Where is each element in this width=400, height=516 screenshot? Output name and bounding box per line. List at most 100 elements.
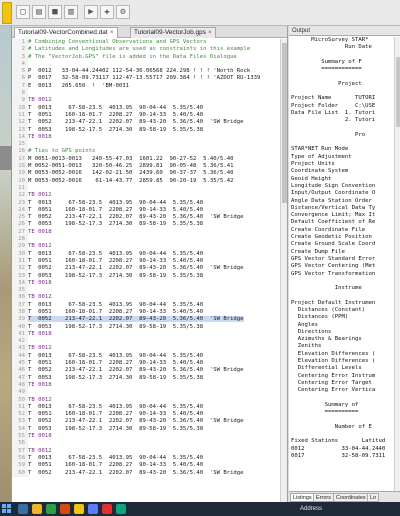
code-line[interactable]: 39 T 0052 213-47-22.1 2202.07 89-43-20 5.… bbox=[12, 316, 280, 324]
code-area[interactable]: 1 # Combining Conventional Observations a… bbox=[12, 39, 280, 502]
tab-errors[interactable]: Errors bbox=[313, 493, 334, 502]
code-line[interactable]: 44 T 0013 67-58-23.5 4013.95 90-04-44 5.3… bbox=[12, 352, 280, 361]
code-line[interactable]: 49 bbox=[12, 389, 280, 397]
code-line[interactable]: 53 T 0052 213-47-22.1 2202.07 89-43-20 5.… bbox=[12, 418, 280, 426]
code-line[interactable]: 1 # Combining Conventional Observations a… bbox=[12, 39, 280, 47]
address-toolbar-label[interactable]: Address bbox=[300, 503, 322, 515]
editor-vertical-scrollbar[interactable] bbox=[280, 39, 287, 502]
side-panel-scrollbar[interactable] bbox=[0, 146, 12, 170]
code-line[interactable]: 37 T 0013 67-58-23.5 4013.95 90-04-44 5.3… bbox=[12, 301, 280, 309]
code-line[interactable]: 22 TB 0012 bbox=[12, 192, 280, 200]
code-line[interactable]: 26 T 0053 198-52-17.3 2714.30 89-58-19 5.… bbox=[12, 221, 280, 229]
browser-icon[interactable] bbox=[46, 504, 56, 514]
code-line[interactable]: 17 M 0051-0013-0013 240-55-47.03 1601.22 … bbox=[12, 155, 280, 164]
plot-icon[interactable]: ✚ bbox=[100, 5, 114, 19]
code-line[interactable]: 18 M 0052-0051-0013 320-50-46.25 2899.81 … bbox=[12, 163, 280, 171]
code-line[interactable]: 5P 0012 33-04-44.24402 112-54-36.06568 2… bbox=[12, 68, 280, 76]
code-line[interactable]: 6P 0017 32-58-09.73117 112-47-13.55717 2… bbox=[12, 75, 280, 83]
code-line[interactable]: 42 bbox=[12, 338, 280, 346]
line-number: 22 bbox=[12, 192, 28, 200]
code-line[interactable]: 14 TE 0018 bbox=[12, 133, 280, 142]
open-file-icon[interactable]: ▤ bbox=[32, 5, 46, 19]
code-line[interactable]: 8 bbox=[12, 90, 280, 98]
input-data-editor[interactable]: Tutorial09-VectorCombined.dat × Tutorial0… bbox=[12, 26, 288, 502]
code-line[interactable]: 28 bbox=[12, 236, 280, 244]
tab-listings[interactable]: Listings bbox=[290, 493, 315, 502]
run-adjustment-icon[interactable]: ▶ bbox=[84, 5, 98, 19]
code-line[interactable]: 30 T 0013 67-58-23.5 4013.95 90-04-44 5.3… bbox=[12, 250, 280, 258]
code-line[interactable]: 31 T 0051 160-18-01.7 2208.27 90-14-33 5.… bbox=[12, 257, 280, 266]
code-line[interactable]: 11 T 0051 160-18-01.7 2208.27 90-14-33 5.… bbox=[12, 111, 280, 120]
code-line[interactable]: 3 # The "VectorJob.GPS" file is added in … bbox=[12, 53, 280, 61]
mail-icon[interactable] bbox=[60, 504, 70, 514]
code-line[interactable]: 23 T 0013 67-58-23.5 4013.95 90-04-44 5.3… bbox=[12, 199, 280, 207]
code-line[interactable]: 27 TE 0018 bbox=[12, 228, 280, 237]
new-file-icon[interactable]: ▢ bbox=[16, 5, 30, 19]
code-line[interactable]: 15 bbox=[12, 141, 280, 149]
code-line[interactable]: 43 TB 0012 bbox=[12, 345, 280, 353]
code-line[interactable]: 12 T 0052 213-47-22.1 2202.07 89-43-20 5.… bbox=[12, 119, 280, 127]
code-line[interactable]: 10 T 0013 67-58-23.5 4013.95 90-04-44 5.3… bbox=[12, 104, 280, 112]
code-line[interactable]: 25 T 0052 213-47-22.1 2202.07 89-43-20 5.… bbox=[12, 214, 280, 222]
code-line[interactable]: 46 T 0052 213-47-22.1 2202.07 89-43-20 5.… bbox=[12, 367, 280, 375]
code-line[interactable]: 21 bbox=[12, 184, 280, 193]
code-line[interactable]: 48 TE 0018 bbox=[12, 381, 280, 390]
code-text: # Combining Conventional Observations an… bbox=[28, 39, 207, 45]
listing-vertical-scrollbar[interactable] bbox=[394, 37, 400, 491]
tab-combined-dat[interactable]: Tutorial09-VectorCombined.dat × bbox=[14, 27, 118, 38]
settings-icon[interactable]: ⚙ bbox=[116, 5, 130, 19]
code-line[interactable]: 7E 0013 205.650 ! 'BM-0031 bbox=[12, 82, 280, 91]
code-line[interactable]: 32 T 0052 213-47-22.1 2202.07 89-43-20 5.… bbox=[12, 265, 280, 273]
print-icon[interactable]: ▥ bbox=[64, 5, 78, 19]
code-line[interactable]: 19 M 0053-0052-0016 142-02-21.50 2439.60 … bbox=[12, 170, 280, 178]
line-number: 34 bbox=[12, 279, 28, 288]
code-line[interactable]: 24 T 0051 160-18-01.7 2208.27 90-14-33 5.… bbox=[12, 206, 280, 215]
code-line[interactable]: 29 TB 0012 bbox=[12, 243, 280, 251]
search-icon[interactable] bbox=[18, 504, 28, 514]
code-line[interactable]: 4 bbox=[12, 60, 280, 69]
code-line[interactable]: 16 # Ties to GPS points bbox=[12, 148, 280, 156]
tab-vectorjob-gps[interactable]: Tutorial09-VectorJob.gps × bbox=[130, 27, 216, 38]
code-line[interactable]: 34 TE 0018 bbox=[12, 279, 280, 288]
app-icon[interactable] bbox=[116, 504, 126, 514]
tab-coordinates[interactable]: Coordinates bbox=[333, 493, 369, 502]
code-line[interactable]: 47 T 0053 198-52-17.3 2714.30 89-58-19 5.… bbox=[12, 374, 280, 382]
code-line[interactable]: 50 TB 0012 bbox=[12, 396, 280, 404]
windows-start-icon[interactable] bbox=[2, 504, 12, 514]
starnet-app-icon[interactable] bbox=[74, 504, 84, 514]
code-line[interactable]: 20 M 0053-0052-0016 61-14-43.77 2859.85 9… bbox=[12, 177, 280, 185]
code-line[interactable]: 36 TB 0012 bbox=[12, 294, 280, 302]
code-line[interactable]: 9 TB 0012 bbox=[12, 97, 280, 105]
code-line[interactable]: 38 T 0051 160-18-01.7 2208.27 90-14-33 5.… bbox=[12, 308, 280, 317]
save-icon[interactable]: ■ bbox=[48, 5, 62, 19]
code-line[interactable]: 55 TE 0018 bbox=[12, 433, 280, 441]
app-icon[interactable] bbox=[88, 504, 98, 514]
code-line[interactable]: 33 T 0053 198-52-17.3 2714.30 89-58-19 5.… bbox=[12, 272, 280, 280]
code-line[interactable]: 35 bbox=[12, 287, 280, 295]
code-line[interactable]: 2 # Latitudes and Longitudes are used as … bbox=[12, 46, 280, 54]
tab-lo[interactable]: Lo bbox=[367, 493, 380, 502]
listing-line: Project Default Instrumen bbox=[291, 299, 376, 306]
code-line[interactable]: 13 T 0053 198-52-17.5 2714.30 89-58-19 5.… bbox=[12, 126, 280, 134]
code-line[interactable]: 41 TE 0018 bbox=[12, 330, 280, 339]
code-line[interactable]: 56 bbox=[12, 440, 280, 448]
code-line[interactable]: 59 T 0051 160-18-01.7 2208.27 90-14-33 5.… bbox=[12, 462, 280, 470]
code-line[interactable]: 54 T 0053 198-52-17.3 2714.30 89-58-19 5.… bbox=[12, 425, 280, 434]
code-line[interactable]: 40 T 0053 198-52-17.3 2714.30 89-58-19 5.… bbox=[12, 323, 280, 331]
code-line[interactable]: 51 T 0013 67-58-23.5 4013.95 90-04-44 5.3… bbox=[12, 403, 280, 412]
app-icon[interactable] bbox=[102, 504, 112, 514]
scroll-thumb[interactable] bbox=[282, 43, 287, 203]
file-explorer-icon[interactable] bbox=[32, 504, 42, 514]
code-text: T 0051 160-18-01.7 2208.27 90-14-33 5.40… bbox=[28, 308, 204, 315]
code-line[interactable]: 57 TB 0012 bbox=[12, 447, 280, 455]
code-line[interactable]: 60 T 0052 213-47-22.1 2202.07 89-43-20 5.… bbox=[12, 469, 280, 477]
close-tab-icon[interactable]: × bbox=[110, 29, 114, 36]
code-line[interactable]: 45 T 0051 160-18-01.7 2208.27 90-14-33 5.… bbox=[12, 360, 280, 368]
close-tab-icon[interactable]: × bbox=[208, 29, 212, 36]
scroll-thumb[interactable] bbox=[396, 57, 400, 127]
code-line[interactable]: 58 T 0013 67-58-23.5 4013.95 90-04-44 5.3… bbox=[12, 454, 280, 463]
listing-line: Directions bbox=[291, 328, 332, 335]
listing-line: Number of E bbox=[291, 423, 372, 430]
listing-line bbox=[289, 431, 394, 438]
code-line[interactable]: 52 T 0051 160-18-01.7 2208.27 90-14-33 5.… bbox=[12, 411, 280, 419]
